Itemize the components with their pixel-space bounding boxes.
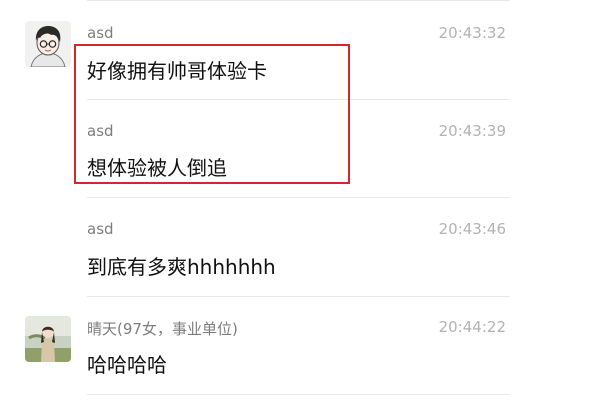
boy-avatar-icon xyxy=(25,21,71,67)
message-divider xyxy=(87,296,510,297)
chat-message-list: asd 20:43:32 好像拥有帅哥体验卡 asd 20:43:39 想体验被… xyxy=(0,0,612,400)
message-timestamp: 20:44:22 xyxy=(438,318,506,336)
girl-photo-avatar-icon xyxy=(25,316,71,362)
message-divider xyxy=(87,394,510,395)
avatar-qingtian[interactable] xyxy=(25,316,71,362)
message-text[interactable]: 到底有多爽hhhhhhh xyxy=(87,251,276,280)
sender-name[interactable]: asd xyxy=(87,220,114,238)
message-timestamp: 20:43:39 xyxy=(438,122,506,140)
message-timestamp: 20:43:32 xyxy=(438,24,506,42)
avatar-asd[interactable] xyxy=(25,21,71,67)
message-timestamp: 20:43:46 xyxy=(438,220,506,238)
message-text[interactable]: 哈哈哈哈 xyxy=(87,349,167,378)
sender-name[interactable]: 晴天(97女，事业单位) xyxy=(87,318,238,339)
message-divider xyxy=(87,197,510,198)
message-divider xyxy=(87,0,510,1)
sender-name[interactable]: asd xyxy=(87,24,114,42)
highlight-annotation-box xyxy=(74,44,350,184)
